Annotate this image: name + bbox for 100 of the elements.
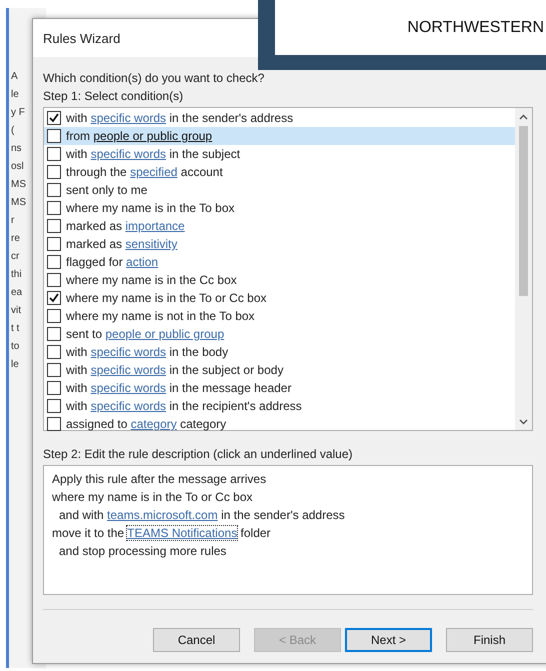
window-text-fragment: MS [10,178,27,192]
checkbox[interactable] [47,399,61,413]
condition-item[interactable]: where my name is in the Cc box [44,271,515,289]
checkbox[interactable] [47,219,61,233]
condition-text: where my name is in the Cc box [66,273,237,287]
link[interactable]: specific words [90,345,166,359]
checkbox[interactable] [47,255,61,269]
checkbox[interactable] [47,417,61,431]
link[interactable]: importance [125,219,185,233]
condition-item[interactable]: marked as sensitivity [44,235,515,253]
description-line: move it to the TEAMS Notifications folder [52,525,272,542]
banner: NORTHWESTERN [258,0,546,70]
dialog-button[interactable]: Next > [345,628,432,652]
condition-text: assigned to category category [66,417,226,431]
link[interactable]: people or public group [93,129,212,143]
condition-text: with specific words in the subject or body [66,363,284,377]
window-text-fragment: le [10,358,20,372]
window-text-fragment: to [10,340,20,354]
condition-text: where my name is in the To or Cc box [66,291,267,305]
link[interactable]: specified [130,165,178,179]
checkbox[interactable] [47,327,61,341]
condition-text: with specific words in the body [66,345,228,359]
condition-item[interactable]: from people or public group [44,127,515,145]
condition-text: marked as sensitivity [66,237,178,251]
condition-text: from people or public group [66,129,212,143]
window-text-fragment: thi [10,268,23,282]
window-text-fragment: ns [10,142,23,156]
description-line: where my name is in the To or Cc box [52,489,254,506]
scroll-thumb[interactable] [519,126,528,296]
condition-item[interactable]: with specific words in the body [44,343,515,361]
condition-item[interactable]: marked as importance [44,217,515,235]
window-text-fragment: vit [10,304,22,318]
checkbox[interactable] [47,309,61,323]
question-text: Which condition(s) do you want to check? [43,70,266,87]
scrollbar[interactable] [515,108,532,430]
condition-item[interactable]: where my name is in the To box [44,199,515,217]
checkbox[interactable] [47,291,61,305]
condition-text: through the specified account [66,165,223,179]
window-text-fragment: cr [10,250,20,264]
checkbox[interactable] [47,273,61,287]
condition-text: with specific words in the subject [66,147,240,161]
link[interactable]: sensitivity [125,237,178,251]
condition-text: with specific words in the message header [66,381,292,395]
dialog-button[interactable]: Cancel [153,628,240,652]
checkbox[interactable] [47,183,61,197]
description-line: Apply this rule after the message arrives [52,471,268,488]
condition-text: sent only to me [66,183,148,197]
checkbox[interactable] [47,165,61,179]
condition-item[interactable]: with specific words in the sender's address [44,109,515,127]
condition-text: marked as importance [66,219,185,233]
dialog-button[interactable]: Finish [446,628,533,652]
condition-item[interactable]: sent only to me [44,181,515,199]
link[interactable]: people or public group [105,327,224,341]
condition-item[interactable]: through the specified account [44,163,515,181]
window-text-fragment: ( [10,124,16,138]
checkbox[interactable] [47,381,61,395]
window-text-fragment: t t [10,322,20,336]
checkbox[interactable] [47,111,61,125]
description-line: and with teams.microsoft.com in the sender's address [58,507,346,524]
link[interactable]: TEAMS Notifications [127,526,238,540]
condition-item[interactable]: with specific words in the subject [44,145,515,163]
checkbox[interactable] [47,237,61,251]
condition-text: where my name is in the To box [66,201,235,215]
window-text-fragment: ea [10,286,24,300]
condition-item[interactable]: flagged for action [44,253,515,271]
checkbox[interactable] [47,363,61,377]
link[interactable]: specific words [90,111,166,125]
step-label: Step 2: Edit the rule description (click an underlined value) [43,446,354,463]
condition-text: with specific words in the sender's address [66,111,294,125]
condition-text: sent to people or public group [66,327,224,341]
condition-item[interactable]: where my name is not in the To box [44,307,515,325]
condition-item[interactable]: assigned to category category [44,415,515,433]
link[interactable]: teams.microsoft.com [107,508,218,522]
checkbox[interactable] [47,345,61,359]
condition-item[interactable]: with specific words in the recipient's address [44,397,515,415]
window-text-fragment: r [10,214,16,228]
link[interactable]: specific words [90,147,166,161]
window-text-fragment: y F [10,106,26,120]
link[interactable]: specific words [90,399,166,413]
description-line: and stop processing more rules [58,543,228,560]
condition-text: flagged for action [66,255,158,269]
window-title: Rules Wizard [43,30,120,46]
condition-item[interactable]: sent to people or public group [44,325,515,343]
window-text-fragment: le [10,88,20,102]
checkbox[interactable] [47,147,61,161]
condition-item[interactable]: where my name is in the To or Cc box [44,289,515,307]
link[interactable]: action [126,255,158,269]
condition-text: with specific words in the recipient's address [66,399,302,413]
condition-item[interactable]: with specific words in the message header [44,379,515,397]
checkbox[interactable] [47,201,61,215]
link[interactable]: specific words [90,381,166,395]
condition-text: where my name is not in the To box [66,309,255,323]
step-label: Step 1: Select condition(s) [43,88,184,105]
condition-item[interactable]: with specific words in the subject or body [44,361,515,379]
window-text-fragment: re [10,232,21,246]
window-text-fragment: osl [10,160,25,174]
checkbox[interactable] [47,129,61,143]
window-text-fragment: MS [10,196,27,210]
link[interactable]: category [130,417,177,431]
link[interactable]: specific words [90,363,166,377]
